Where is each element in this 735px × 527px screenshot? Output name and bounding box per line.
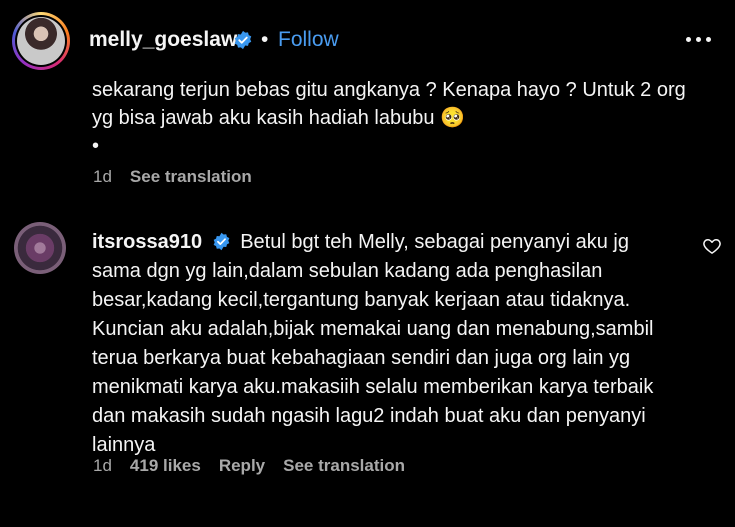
post-author-username[interactable]: melly_goeslaw [89, 28, 237, 52]
see-translation-button[interactable]: See translation [130, 167, 252, 187]
caption-line: sekarang terjun bebas gitu angkanya ? Ke… [92, 79, 686, 101]
see-translation-button[interactable]: See translation [283, 456, 405, 476]
comment-text-line: menikmati karya aku.makasiih selalu memb… [92, 376, 654, 398]
comment-text-line: terua berkarya buat kebahagiaan sendiri … [92, 347, 631, 369]
comment-meta: 1d 419 likes Reply See translation [93, 456, 405, 476]
comment-text-line: Kuncian aku adalah,bijak memakai uang da… [92, 318, 654, 340]
comment-text-line: sama dgn yg lain,dalam sebulan kadang ad… [92, 260, 603, 282]
more-dot [686, 37, 691, 42]
more-dot [706, 37, 711, 42]
avatar-frame [15, 15, 67, 67]
caption-timestamp: 1d [93, 167, 112, 186]
comment-username[interactable]: itsrossa910 [92, 231, 202, 253]
header-separator: • [261, 28, 269, 51]
caption-meta: 1d See translation [93, 167, 252, 187]
bottom-fade [0, 500, 735, 527]
comment-text-line: besar,kadang kecil,tergantung banyak ker… [92, 289, 631, 311]
commenter-avatar[interactable] [14, 222, 66, 274]
like-heart-icon[interactable] [702, 236, 722, 256]
comment-first-line: itsrossa910 Betul bgt teh Melly, sebagai… [92, 228, 629, 257]
verified-badge-icon [234, 30, 252, 50]
likes-count[interactable]: 419 likes [130, 456, 201, 476]
more-dot [696, 37, 701, 42]
follow-button[interactable]: Follow [278, 28, 339, 52]
more-options-icon[interactable] [684, 24, 714, 54]
avatar-image [17, 17, 65, 65]
profile-avatar[interactable] [12, 12, 70, 70]
comment-text-line: dan makasih sudah ngasih lagu2 indah bua… [92, 405, 646, 427]
comment-timestamp: 1d [93, 456, 112, 475]
comment-text-line: Betul bgt teh Melly, sebagai penyanyi ak… [240, 231, 629, 253]
caption-line: • [92, 135, 100, 157]
post-header: melly_goeslaw • Follow [0, 0, 735, 80]
reply-button[interactable]: Reply [219, 456, 265, 476]
caption-line: yg bisa jawab aku kasih hadiah labubu 🥺 [92, 107, 465, 129]
verified-badge-icon [213, 232, 229, 251]
